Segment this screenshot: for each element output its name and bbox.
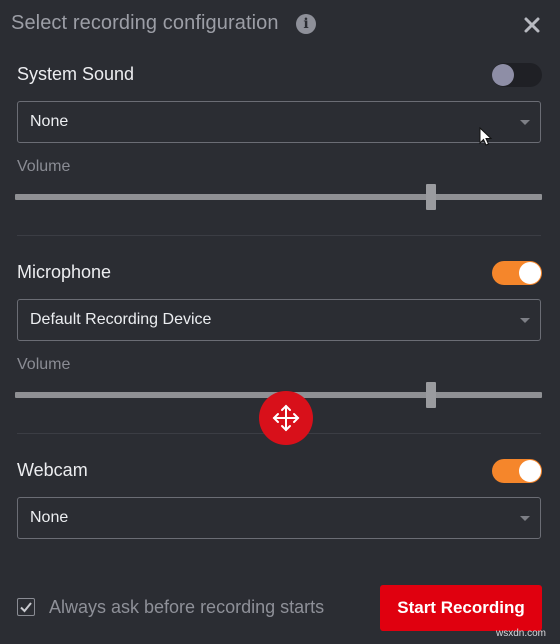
microphone-label: Microphone xyxy=(17,262,112,282)
close-icon[interactable] xyxy=(520,13,544,37)
microphone-device-select[interactable]: Default Recording Device xyxy=(17,299,541,341)
system-sound-volume-slider[interactable] xyxy=(15,184,542,210)
move-handle-icon[interactable] xyxy=(259,391,313,445)
slider-track xyxy=(15,194,542,200)
select-value: None xyxy=(30,509,69,526)
system-sound-label: System Sound xyxy=(17,64,135,84)
toggle-knob xyxy=(519,460,541,482)
watermark: wsxdn.com xyxy=(496,628,547,639)
chevron-down-icon xyxy=(520,516,530,521)
webcam-device-select[interactable]: None xyxy=(17,497,541,539)
microphone-toggle[interactable] xyxy=(492,261,542,285)
info-icon[interactable]: i xyxy=(296,14,316,34)
system-sound-volume-label: Volume xyxy=(17,158,71,175)
recording-config-dialog: Select recording configuration i System … xyxy=(0,0,560,644)
slider-thumb[interactable] xyxy=(426,382,437,408)
system-sound-toggle[interactable] xyxy=(492,63,542,87)
select-value: Default Recording Device xyxy=(30,311,212,328)
webcam-toggle[interactable] xyxy=(492,459,542,483)
chevron-down-icon xyxy=(520,318,530,323)
section-divider xyxy=(17,235,541,236)
system-sound-device-select[interactable]: None xyxy=(17,101,541,143)
select-value: None xyxy=(30,113,69,130)
microphone-volume-label: Volume xyxy=(17,356,71,373)
always-ask-checkbox[interactable] xyxy=(17,598,35,616)
start-recording-button[interactable]: Start Recording xyxy=(380,585,542,631)
toggle-knob xyxy=(492,64,514,86)
chevron-down-icon xyxy=(520,120,530,125)
slider-thumb[interactable] xyxy=(426,184,437,210)
mouse-pointer-icon xyxy=(479,126,493,152)
dialog-title: Select recording configuration xyxy=(11,12,279,34)
checkmark-icon xyxy=(20,602,32,613)
webcam-label: Webcam xyxy=(17,460,88,480)
toggle-knob xyxy=(519,262,541,284)
always-ask-label[interactable]: Always ask before recording starts xyxy=(49,597,324,618)
